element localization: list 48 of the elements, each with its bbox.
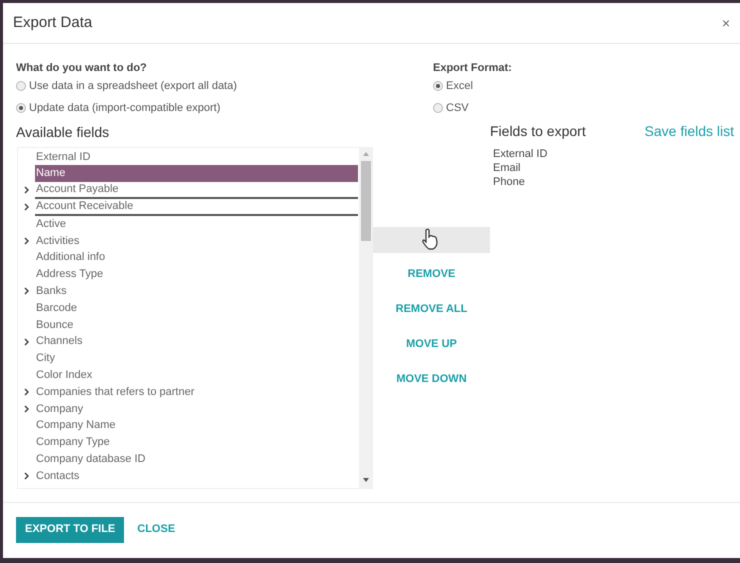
field-item[interactable]: Bounce <box>35 316 358 334</box>
field-item[interactable]: Contacts <box>35 468 358 484</box>
expand-chevron-icon[interactable] <box>24 338 29 346</box>
field-item[interactable]: City <box>35 350 358 367</box>
expand-chevron-icon[interactable] <box>24 236 29 245</box>
hand-cursor-icon <box>421 228 439 250</box>
expand-chevron-icon[interactable] <box>24 287 29 296</box>
list-title: Available fields <box>16 122 110 142</box>
save-fields-link[interactable]: Save fields list <box>644 120 734 142</box>
field-item[interactable]: External ID <box>35 148 358 166</box>
list-title: Fields to export <box>490 122 586 141</box>
radio-button[interactable] <box>16 80 26 91</box>
field-item[interactable]: Company Type <box>35 434 358 451</box>
radio-label: Excel <box>446 78 473 94</box>
section-label: What do you want to do? <box>16 61 148 76</box>
field-item[interactable]: Active <box>35 216 358 232</box>
section-label: Export Format: <box>433 61 513 76</box>
close-button[interactable]: CLOSE <box>137 521 176 538</box>
field-item[interactable]: Company Name <box>35 417 358 434</box>
field-item[interactable]: Channels <box>35 333 358 350</box>
field-item[interactable]: Banks <box>35 282 358 300</box>
field-item[interactable]: Color Index <box>35 366 358 384</box>
scroll-thumb[interactable] <box>360 160 370 240</box>
radio-label: Update data (import-compatible export) <box>29 101 220 116</box>
radio-label: Use data in a spreadsheet (export all data) <box>29 78 237 94</box>
export-field[interactable]: External ID <box>493 146 734 160</box>
scroll-down-icon[interactable] <box>362 478 368 482</box>
field-item[interactable]: Companies that refers to partner <box>35 384 358 400</box>
field-item[interactable]: Company database ID <box>35 450 358 468</box>
dialog-title: Export Data <box>13 12 92 33</box>
radio-label: CSV <box>446 101 469 116</box>
field-item[interactable]: Address Type <box>35 266 358 283</box>
field-item[interactable]: Activities <box>35 232 358 250</box>
action-button[interactable] <box>373 226 490 252</box>
radio-button[interactable] <box>433 80 443 91</box>
field-item[interactable]: Account Payable <box>35 182 358 199</box>
radio-button[interactable] <box>16 103 26 114</box>
export-field[interactable]: Email <box>493 160 734 174</box>
scrollbar[interactable] <box>359 148 372 488</box>
field-item[interactable]: Company <box>35 400 358 418</box>
export-field[interactable]: Phone <box>493 174 734 188</box>
field-item[interactable]: Name <box>35 165 358 182</box>
export-button[interactable]: EXPORT TO FILE <box>16 516 124 542</box>
expand-chevron-icon[interactable] <box>24 472 29 480</box>
field-item[interactable]: Barcode <box>35 300 358 316</box>
field-item[interactable]: Additional info <box>35 249 358 266</box>
radio-button[interactable] <box>433 103 443 114</box>
field-item[interactable]: Account Receivable <box>35 198 358 216</box>
